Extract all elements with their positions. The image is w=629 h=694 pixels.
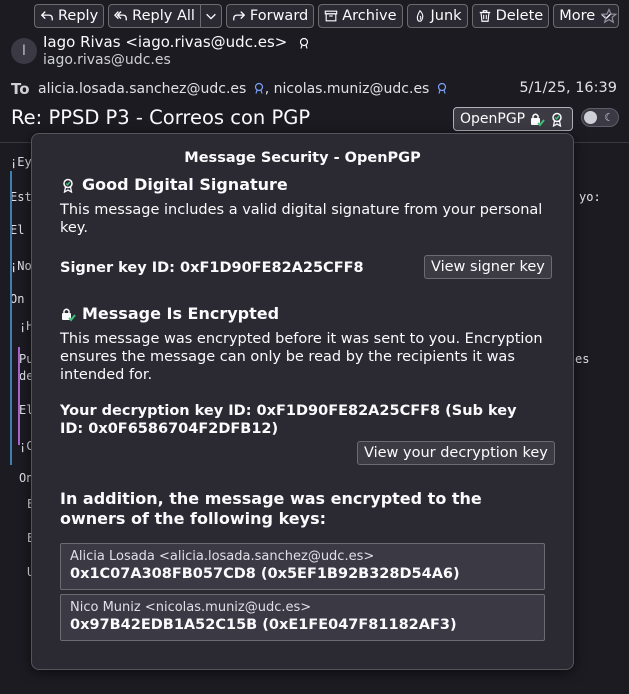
recipient-key-name: Nico Muniz <nicolas.muniz@udc.es> (70, 600, 312, 615)
verified-badge-icon (300, 37, 309, 49)
body-line: es (575, 352, 590, 366)
encrypted-lock-icon (62, 308, 76, 321)
quote-bar (10, 171, 12, 465)
view-signer-key-button[interactable]: View signer key (424, 255, 552, 279)
recipient-2[interactable]: nicolas.muniz@udc.es (274, 81, 430, 97)
signature-description: This message includes a valid digital si… (60, 202, 543, 236)
avatar: I (11, 38, 37, 64)
forward-icon (233, 11, 246, 21)
reply-icon (40, 11, 53, 21)
forward-label: Forward (249, 8, 309, 24)
recipient-key-item[interactable]: Nico Muniz <nicolas.muniz@udc.es> 0x97B4… (60, 594, 545, 641)
remote-content-toggle[interactable]: ☾ (581, 108, 619, 127)
archive-button[interactable]: Archive (318, 4, 403, 28)
more-label: More (559, 8, 596, 24)
to-label: To (11, 80, 30, 98)
body-line: yo: (579, 190, 601, 204)
reply-button[interactable]: Reply (34, 4, 105, 28)
signer-key-id: Signer key ID: 0xF1D90FE82A25CFF8 (60, 260, 364, 276)
forward-button[interactable]: Forward (225, 4, 315, 28)
recipient-key-icon (254, 82, 263, 94)
reply-all-icon (114, 11, 128, 21)
chevron-down-icon (206, 13, 216, 20)
reply-all-dropdown[interactable] (200, 4, 222, 28)
archive-label: Archive (342, 8, 397, 24)
junk-icon (416, 9, 423, 22)
from-email[interactable]: iago.rivas@udc.es (43, 52, 171, 68)
toggle-knob (584, 111, 597, 124)
encryption-description: This message was encrypted before it was… (60, 331, 543, 383)
encryption-heading: Message Is Encrypted (60, 304, 279, 323)
recipient-key-id: 0x97B42EDB1A52C15B (0xE1FE047F81182AF3) (70, 617, 457, 633)
view-decryption-key-button[interactable]: View your decryption key (357, 441, 555, 465)
recipient-separator: , (264, 81, 274, 97)
signature-seal-icon (552, 112, 562, 127)
body-line: El (10, 223, 25, 237)
signature-heading: Good Digital Signature (60, 175, 288, 194)
decryption-key-id: Your decryption key ID: 0xF1D90FE82A25CF… (60, 403, 517, 437)
reply-all-split: Reply All (108, 4, 222, 30)
additional-recipients-text: In addition, the message was encrypted t… (60, 489, 482, 528)
recipient-key-name: Alicia Losada <alicia.losada.sanchez@udc… (70, 549, 375, 564)
recipient-list: alicia.losada.sanchez@udc.es , nicolas.m… (38, 81, 448, 97)
message-toolbar: Reply Reply All Forward Archive Junk Del… (34, 4, 620, 30)
body-line: On (10, 292, 25, 306)
body-line: ¡No (10, 259, 32, 273)
recipient-key-icon (437, 82, 446, 94)
reply-label: Reply (58, 8, 99, 24)
popup-title: Message Security - OpenPGP (184, 150, 421, 166)
reply-all-label: Reply All (132, 8, 195, 24)
body-line: Est (10, 190, 32, 204)
openpgp-label: OpenPGP (460, 111, 526, 127)
message-subject: Re: PPSD P3 - Correos con PGP (11, 106, 311, 129)
recipient-key-id: 0x1C07A308FB057CD8 (0x5EF1B92B328D54A6) (70, 566, 460, 582)
openpgp-status-button[interactable]: OpenPGP (453, 107, 573, 131)
star-icon[interactable] (601, 8, 617, 24)
moon-icon: ☾ (604, 111, 614, 124)
signature-seal-icon (63, 178, 73, 193)
delete-button[interactable]: Delete (471, 4, 550, 28)
reply-all-button[interactable]: Reply All (108, 4, 201, 28)
message-date: 5/1/25, 16:39 (519, 80, 617, 96)
signature-heading-text: Good Digital Signature (82, 175, 288, 194)
nested-quote-bar (18, 347, 20, 445)
junk-label: Junk (430, 8, 462, 24)
body-line: ¡Ey (10, 155, 32, 169)
recipient-key-item[interactable]: Alicia Losada <alicia.losada.sanchez@udc… (60, 543, 545, 590)
from-name[interactable]: Iago Rivas <iago.rivas@udc.es> (43, 33, 310, 51)
recipient-1[interactable]: alicia.losada.sanchez@udc.es (38, 81, 246, 97)
from-name-text: Iago Rivas <iago.rivas@udc.es> (43, 33, 288, 51)
encrypted-lock-icon (531, 113, 545, 127)
archive-icon (324, 10, 338, 22)
encryption-heading-text: Message Is Encrypted (82, 304, 280, 323)
message-security-popup: Message Security - OpenPGP Good Digital … (31, 133, 574, 670)
delete-label: Delete (495, 8, 544, 24)
junk-button[interactable]: Junk (406, 4, 468, 28)
trash-icon (479, 10, 490, 22)
